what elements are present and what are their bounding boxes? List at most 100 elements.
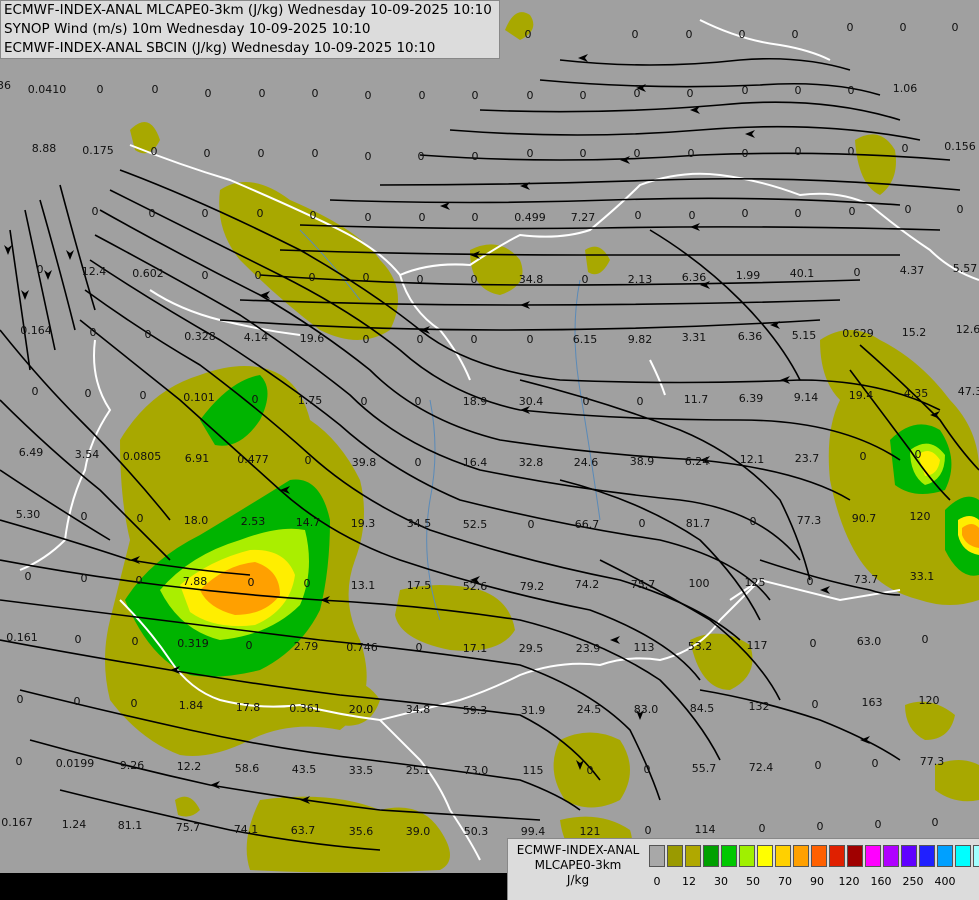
- sbcin-value-label: 0.328: [184, 330, 216, 343]
- legend-tick-label: 400: [934, 875, 956, 888]
- sbcin-value-label: 113: [634, 641, 655, 654]
- sbcin-value-label: 58.6: [235, 762, 260, 775]
- legend-swatch: [883, 845, 899, 867]
- sbcin-value-label: 0.0410: [28, 83, 67, 96]
- sbcin-value-label: 0: [131, 697, 138, 710]
- sbcin-value-label: 0: [81, 572, 88, 585]
- sbcin-value-label: 34.5: [407, 517, 432, 530]
- sbcin-value-label: 0: [365, 150, 372, 163]
- sbcin-value-label: 81.7: [686, 517, 711, 530]
- sbcin-value-label: 84.5: [690, 702, 715, 715]
- sbcin-value-label: 25.1: [406, 764, 431, 777]
- sbcin-value-label: 0: [849, 205, 856, 218]
- sbcin-value-label: 0: [795, 84, 802, 97]
- legend-swatch: [703, 845, 719, 867]
- sbcin-value-label: 0: [750, 515, 757, 528]
- sbcin-value-label: 99.4: [521, 825, 546, 838]
- sbcin-value-label: 2.79: [294, 640, 319, 653]
- sbcin-value-label: 74.2: [575, 578, 600, 591]
- sbcin-value-label: 0: [16, 755, 23, 768]
- legend-tick-label: 120: [838, 875, 860, 888]
- sbcin-value-label: 77.3: [920, 755, 945, 768]
- sbcin-value-label: 0: [312, 147, 319, 160]
- sbcin-value-label: 0: [75, 633, 82, 646]
- sbcin-value-label: 0: [932, 816, 939, 829]
- sbcin-value-label: 50.3: [464, 825, 489, 838]
- sbcin-value-label: 0: [587, 764, 594, 777]
- sbcin-value-label: 4.14: [244, 331, 269, 344]
- sbcin-value-label: 0: [848, 145, 855, 158]
- sbcin-value-label: 0: [645, 824, 652, 837]
- sbcin-value-label: 0: [527, 147, 534, 160]
- sbcin-value-label: 0: [363, 271, 370, 284]
- sbcin-value-label: 0: [860, 450, 867, 463]
- sbcin-value-label: 32.8: [519, 456, 544, 469]
- sbcin-value-label: 0: [527, 89, 534, 102]
- sbcin-value-label: 0: [310, 209, 317, 222]
- legend-tick-label: 70: [778, 875, 792, 888]
- sbcin-value-label: 13.1: [351, 579, 376, 592]
- legend-swatch: [757, 845, 773, 867]
- sbcin-value-label: 0: [817, 820, 824, 833]
- sbcin-value-label: 0.101: [183, 391, 215, 404]
- legend-color-bar: [647, 845, 979, 867]
- sbcin-value-label: 39.8: [352, 456, 377, 469]
- legend-swatch: [901, 845, 917, 867]
- sbcin-value-label: 9.26: [120, 759, 145, 772]
- sbcin-value-label: 0: [742, 84, 749, 97]
- sbcin-value-label: 24.6: [574, 456, 599, 469]
- sbcin-value-label: 0: [854, 266, 861, 279]
- sbcin-value-label: 0: [807, 575, 814, 588]
- sbcin-value-label: 0: [90, 326, 97, 339]
- sbcin-value-label: 0: [875, 818, 882, 831]
- sbcin-value-label: 17.1: [463, 642, 488, 655]
- header-cape-title: ECMWF-INDEX-ANAL MLCAPE0-3km (J/kg) Wedn…: [4, 2, 492, 18]
- sbcin-value-label: 0: [252, 393, 259, 406]
- sbcin-value-label: 5.30: [16, 508, 41, 521]
- sbcin-value-label: 1.99: [736, 269, 761, 282]
- sbcin-value-label: 74.1: [234, 823, 259, 836]
- sbcin-value-label: 12.1: [740, 453, 765, 466]
- sbcin-value-label: 59.3: [463, 704, 488, 717]
- sbcin-value-label: 0: [815, 759, 822, 772]
- sbcin-value-label: 0: [872, 757, 879, 770]
- sbcin-value-label: 6.91: [185, 452, 210, 465]
- sbcin-value-label: 0: [847, 21, 854, 34]
- sbcin-value-label: 7.27: [571, 211, 596, 224]
- sbcin-value-label: 0: [632, 28, 639, 41]
- sbcin-value-label: 73.7: [854, 573, 879, 586]
- sbcin-value-label: 0: [419, 211, 426, 224]
- sbcin-value-label: 0.361: [289, 702, 321, 715]
- sbcin-value-label: 35.6: [349, 825, 374, 838]
- weather-map[interactable]: 0.0410 0 0 0 0 0 0 0 0 0 0 0 0 0 0 0 1.06 0 0 0 0 0 0 0 0 8.88 0.1…: [0, 0, 979, 900]
- sbcin-value-label: 0: [742, 207, 749, 220]
- sbcin-value-label: 11.7: [684, 393, 709, 406]
- sbcin-value-label: 0: [810, 637, 817, 650]
- legend-tick-label: 90: [810, 875, 824, 888]
- header-sbcin-title: ECMWF-INDEX-ANAL SBCIN (J/kg) Wednesday …: [4, 40, 436, 56]
- legend-swatch: [721, 845, 737, 867]
- legend-tick-label: 250: [902, 875, 924, 888]
- sbcin-value-label: 24.5: [577, 703, 602, 716]
- legend-unit: J/kg: [566, 873, 590, 887]
- legend-swatch: [649, 845, 665, 867]
- sbcin-value-label: 75.7: [176, 821, 201, 834]
- sbcin-value-label: 100: [689, 577, 710, 590]
- sbcin-value-label: 0: [902, 142, 909, 155]
- legend-swatch: [793, 845, 809, 867]
- sbcin-value-label: 120: [910, 510, 931, 523]
- sbcin-value-label: 0.0805: [123, 450, 162, 463]
- sbcin-value-label: 0: [795, 145, 802, 158]
- sbcin-value-label: 9.14: [794, 391, 819, 404]
- sbcin-value-label: 0: [81, 510, 88, 523]
- legend-swatch: [829, 845, 845, 867]
- sbcin-value-label: 163: [862, 696, 883, 709]
- sbcin-value-label: 5.15: [792, 329, 817, 342]
- sbcin-value-label: 0: [74, 695, 81, 708]
- sbcin-value-label: 19.6: [300, 332, 325, 345]
- sbcin-value-label: 0: [17, 693, 24, 706]
- sbcin-value-label: 0: [952, 21, 959, 34]
- sbcin-value-label: 66.7: [575, 518, 600, 531]
- sbcin-value-label: 0: [309, 271, 316, 284]
- sbcin-value-label: 18.9: [463, 395, 488, 408]
